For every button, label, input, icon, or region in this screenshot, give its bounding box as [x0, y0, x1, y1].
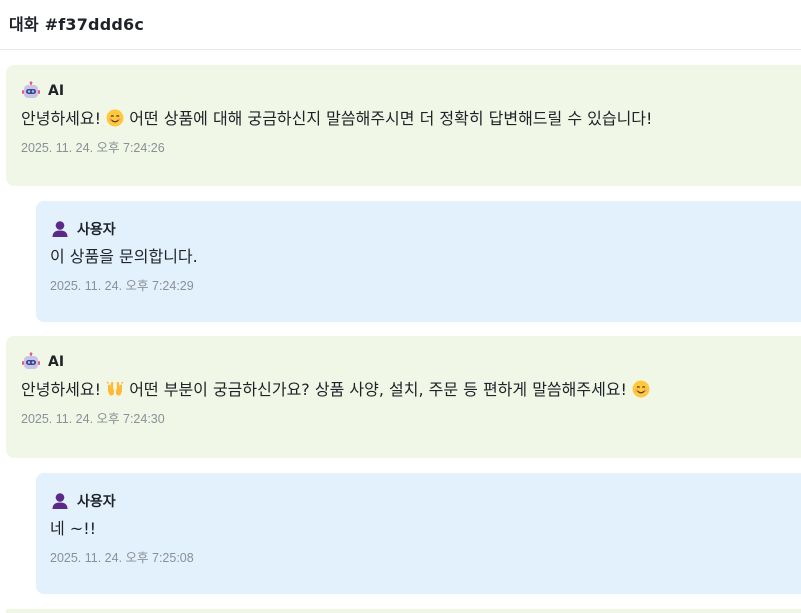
user-message: 사용자 네 ~!! 2025. 11. 24. 오후 7:25:08: [36, 473, 801, 594]
user-icon: [50, 491, 70, 511]
message-sender: AI: [21, 352, 801, 372]
user-message: 사용자 이 상품을 문의합니다. 2025. 11. 24. 오후 7:24:2…: [36, 201, 801, 322]
message-content: 네 ~!!: [50, 517, 801, 541]
message-timestamp: 2025. 11. 24. 오후 7:24:29: [50, 279, 194, 293]
sender-name: AI: [48, 83, 65, 99]
smiling-face-icon: [632, 380, 650, 398]
raising-hands-icon: [106, 380, 124, 398]
smiling-face-icon: [106, 109, 124, 127]
message-timestamp: 2025. 11. 24. 오후 7:24:26: [21, 141, 165, 155]
robot-icon: [21, 352, 41, 372]
sender-name: 사용자: [77, 222, 116, 238]
user-icon: [50, 219, 70, 239]
robot-icon: [21, 81, 41, 101]
message-content: 안녕하세요! 어떤 상품에 대해 궁금하신지 말씀해주시면 더 정확히 답변해드…: [21, 107, 801, 131]
message-thread: AI 안녕하세요! 어떤 상품에 대해 궁금하신지 말씀해주시면 더 정확히 답…: [0, 50, 801, 613]
message-timestamp: 2025. 11. 24. 오후 7:24:30: [21, 412, 165, 426]
ai-message: AI 안녕하세요! 어떤 상품에 대해 궁금하신지 말씀해주시면 더 정확히 답…: [6, 65, 801, 186]
sender-name: AI: [48, 354, 65, 370]
message-content: 이 상품을 문의합니다.: [50, 245, 801, 269]
message-timestamp: 2025. 11. 24. 오후 7:25:08: [50, 551, 194, 565]
sender-name: 사용자: [77, 494, 116, 510]
message-sender: 사용자: [50, 219, 801, 239]
message-content: 안녕하세요! 어떤 부분이 궁금하신가요? 상품 사양, 설치, 주문 등 편하…: [21, 378, 801, 402]
message-text: 네 ~!!: [50, 519, 97, 538]
message-sender: AI: [21, 81, 801, 101]
message-sender: 사용자: [50, 491, 801, 511]
message-text: 안녕하세요!: [21, 109, 107, 128]
message-text: 이 상품을 문의합니다.: [50, 247, 198, 266]
conversation-title: 대화 #f37ddd6c: [0, 0, 801, 50]
ai-message: AI 안녕하세요! 어떤 부분이 궁금하신가요? 상품 사양, 설치, 주문 등…: [6, 336, 801, 458]
message-text: 어떤 부분이 궁금하신가요? 상품 사양, 설치, 주문 등 편하게 말씀해주세…: [124, 380, 633, 399]
message-text: 어떤 상품에 대해 궁금하신지 말씀해주시면 더 정확히 답변해드릴 수 있습니…: [124, 109, 653, 128]
message-text: 안녕하세요!: [21, 380, 107, 399]
next-message-edge: [6, 609, 801, 613]
